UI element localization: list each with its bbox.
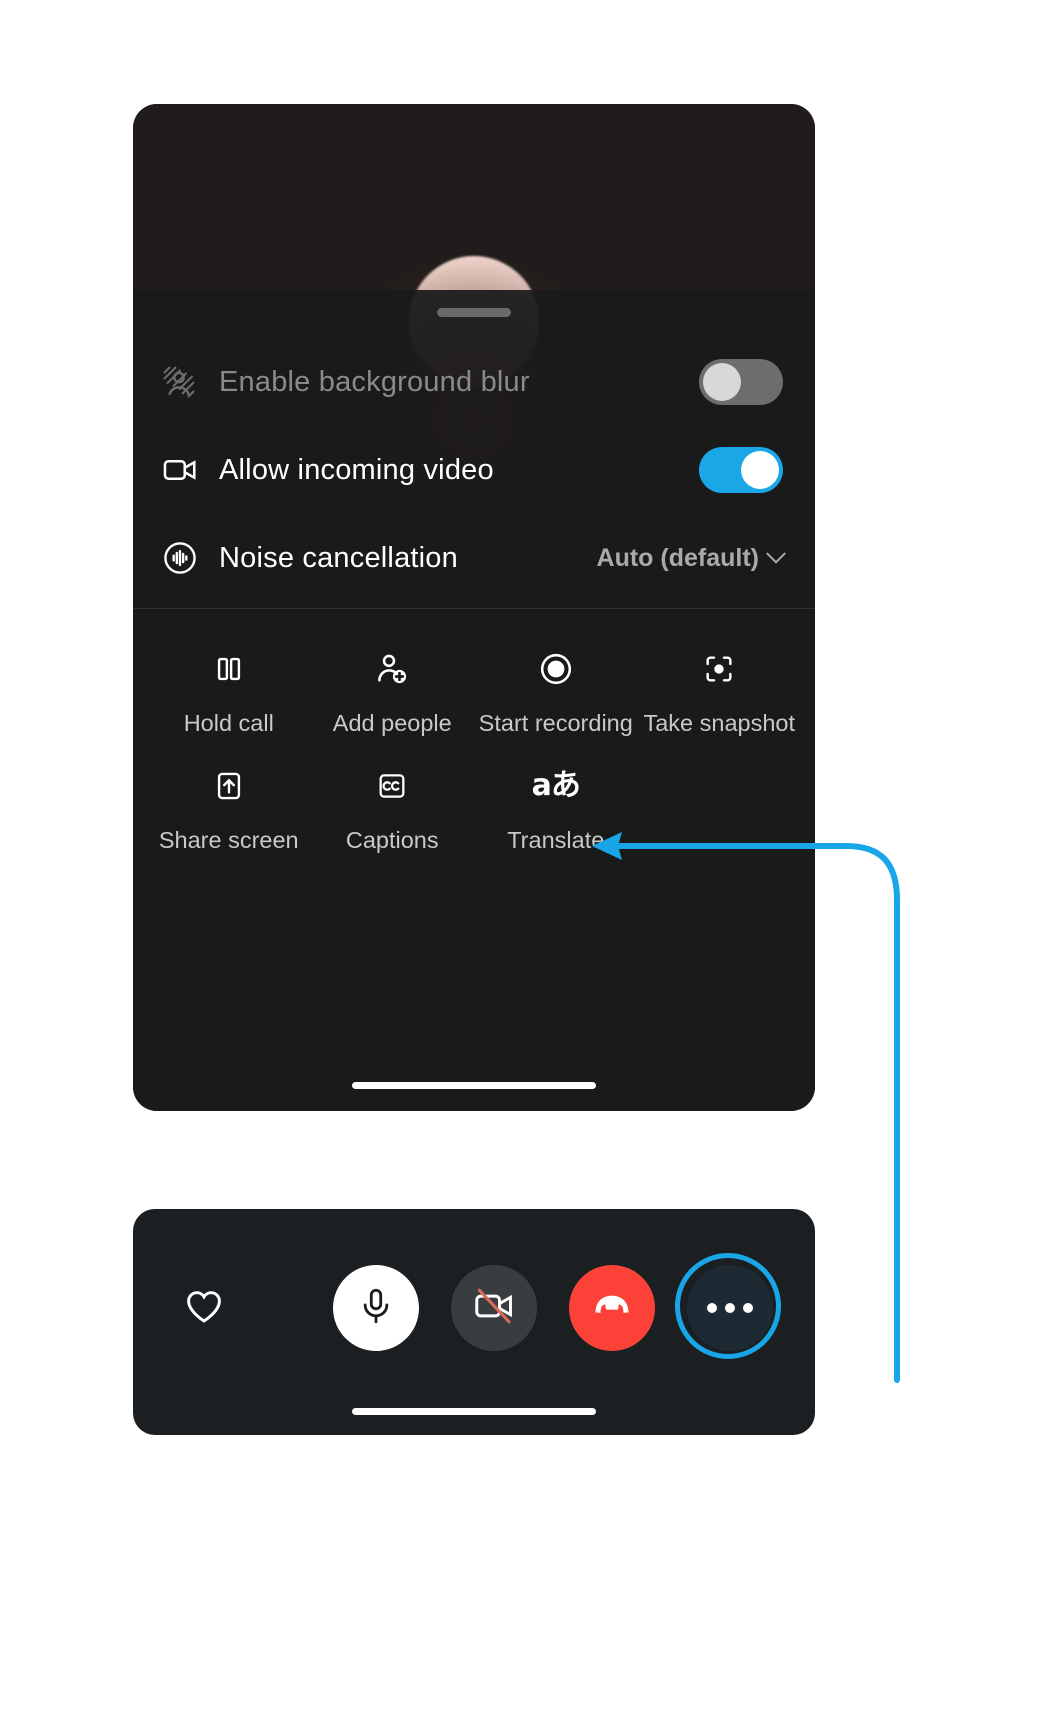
home-indicator	[352, 1082, 596, 1089]
action-translate[interactable]: aあ Translate	[474, 747, 638, 864]
toggle-knob	[703, 363, 741, 401]
toggle-incoming-video[interactable]	[699, 447, 783, 493]
action-grid-row-2: Share screen Captions aあ Translate	[147, 747, 801, 864]
action-label-take-snapshot: Take snapshot	[643, 710, 796, 736]
background-blur-icon	[161, 364, 207, 400]
action-label-start-recording: Start recording	[478, 710, 633, 736]
action-grid: Hold call Add people Start recording Tak…	[133, 614, 815, 864]
action-label-captions: Captions	[345, 827, 439, 853]
toggle-knob	[741, 451, 779, 489]
action-hold-call[interactable]: Hold call	[147, 630, 311, 747]
action-start-recording[interactable]: Start recording	[474, 630, 638, 747]
action-captions[interactable]: Captions	[311, 747, 475, 864]
setting-row-background-blur[interactable]: Enable background blur	[133, 338, 815, 426]
mic-button[interactable]	[333, 1265, 419, 1351]
noise-cancellation-value-select[interactable]: Auto (default)	[596, 543, 786, 573]
more-dots-icon	[707, 1303, 753, 1313]
action-label-hold-call: Hold call	[183, 710, 274, 736]
action-add-people[interactable]: Add people	[311, 630, 475, 747]
noise-cancellation-value: Auto (default)	[596, 543, 759, 572]
action-label-add-people: Add people	[332, 710, 452, 736]
sheet-grabber-handle[interactable]	[437, 308, 511, 317]
closed-captions-icon	[375, 765, 409, 807]
home-indicator	[352, 1408, 596, 1415]
video-off-icon	[472, 1284, 516, 1333]
noise-cancellation-icon	[161, 539, 207, 577]
reactions-button[interactable]	[167, 1271, 241, 1345]
sheet-body: Enable background blur Allow incoming vi…	[133, 290, 815, 1111]
video-camera-icon	[161, 451, 207, 489]
record-circle-icon	[538, 648, 574, 690]
toggle-background-blur[interactable]	[699, 359, 783, 405]
action-take-snapshot[interactable]: Take snapshot	[638, 630, 802, 747]
translate-icon: aあ	[531, 765, 581, 807]
video-button[interactable]	[451, 1265, 537, 1351]
options-sheet-panel: Enable background blur Allow incoming vi…	[133, 104, 815, 1111]
share-screen-icon	[212, 765, 246, 807]
call-control-bar-panel	[133, 1209, 815, 1435]
chevron-down-icon	[766, 543, 786, 564]
setting-label-incoming-video: Allow incoming video	[219, 453, 494, 486]
action-grid-row-1: Hold call Add people Start recording Tak…	[147, 630, 801, 747]
translate-glyph: aあ	[531, 768, 581, 803]
microphone-icon	[355, 1285, 397, 1332]
heart-icon	[182, 1284, 226, 1333]
call-controls	[133, 1253, 815, 1359]
setting-row-incoming-video[interactable]: Allow incoming video	[133, 426, 815, 514]
video-backdrop	[133, 104, 815, 386]
hangup-phone-icon	[589, 1283, 635, 1334]
snapshot-frame-icon	[702, 648, 736, 690]
setting-row-noise-cancellation[interactable]: Noise cancellation Auto (default)	[133, 514, 815, 602]
hangup-button[interactable]	[569, 1265, 655, 1351]
action-cell-empty	[638, 747, 802, 864]
action-share-screen[interactable]: Share screen	[147, 747, 311, 864]
pause-icon	[212, 648, 246, 690]
action-label-share-screen: Share screen	[158, 827, 299, 853]
setting-label-background-blur: Enable background blur	[219, 365, 530, 398]
settings-group: Enable background blur Allow incoming vi…	[133, 338, 815, 609]
add-person-icon	[374, 648, 410, 690]
more-button[interactable]	[675, 1253, 781, 1359]
action-label-translate: Translate	[507, 827, 605, 853]
setting-label-noise-cancellation: Noise cancellation	[219, 541, 458, 574]
